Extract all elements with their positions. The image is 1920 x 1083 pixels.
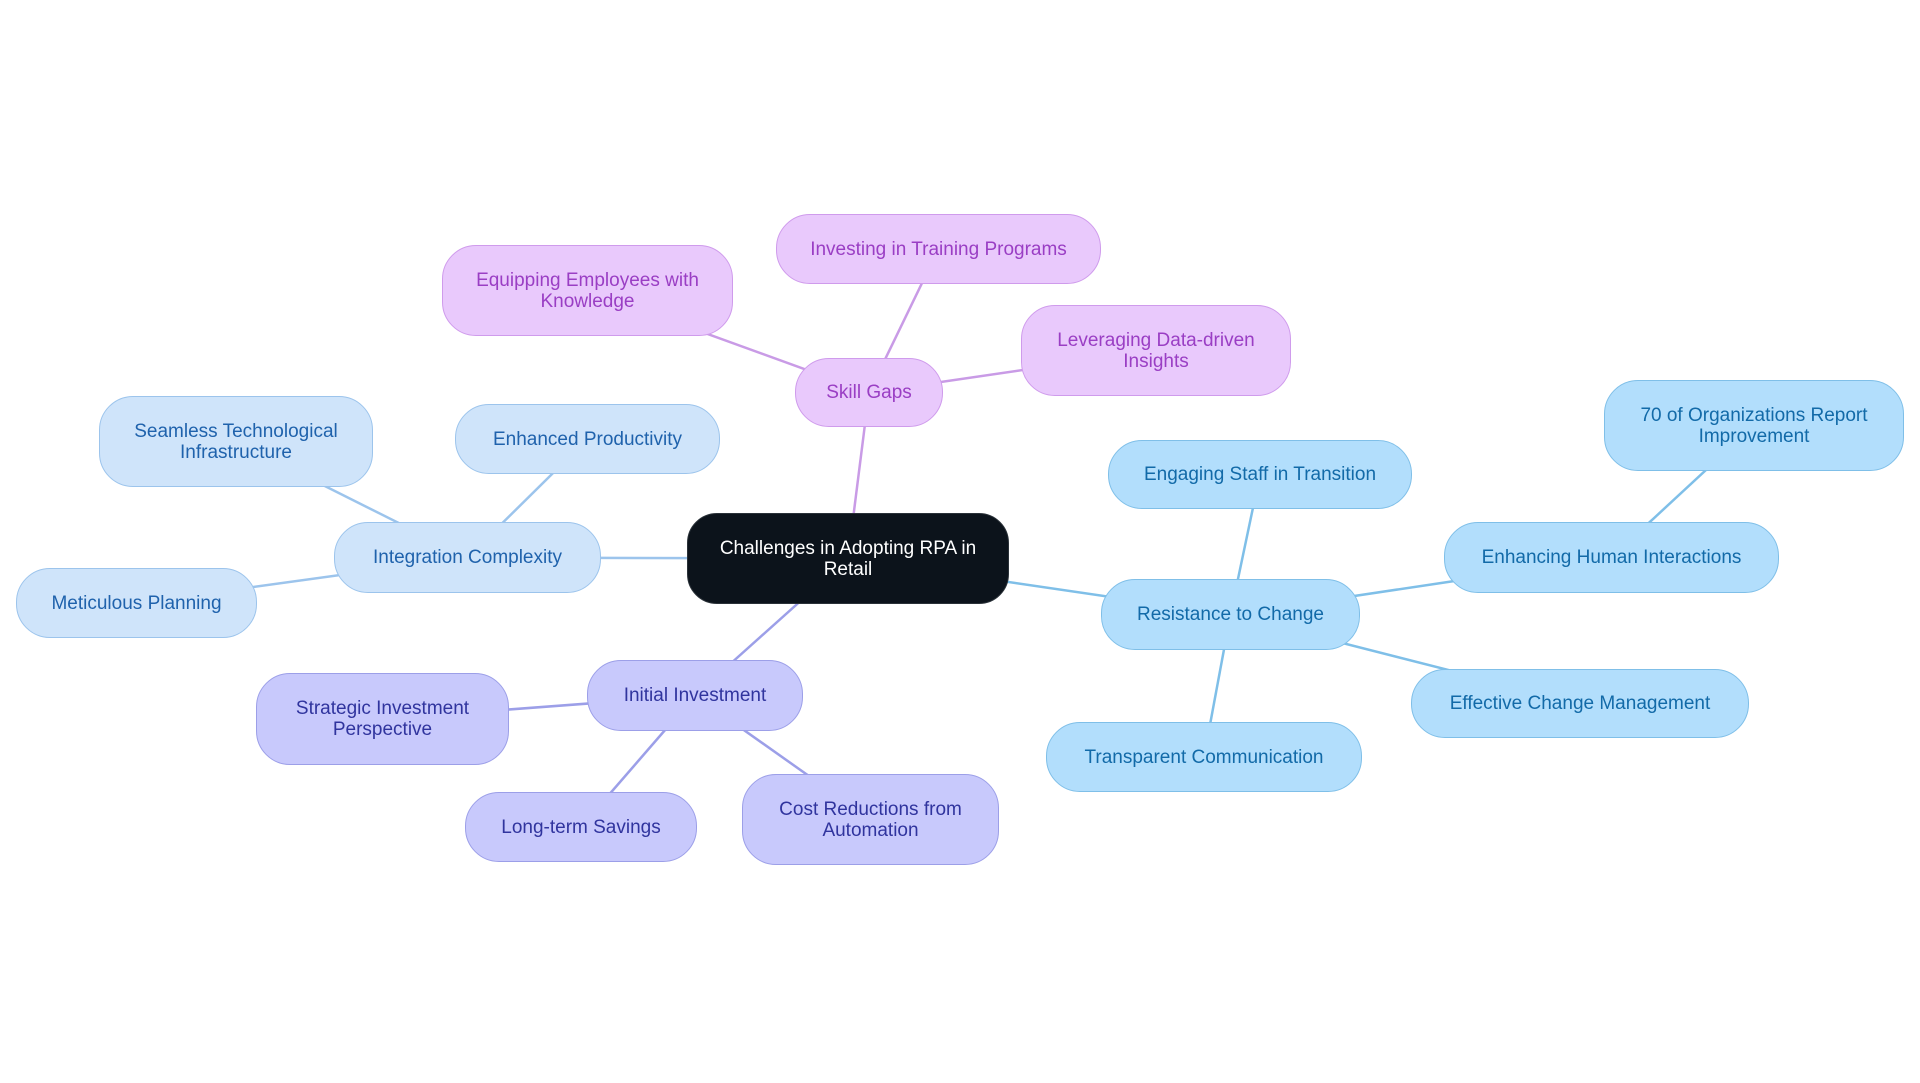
node-label: Transparent Communication	[1084, 746, 1324, 768]
node-label: Resistance to Change	[1137, 604, 1324, 625]
node-effective-change[interactable]: Effective Change Management	[1411, 669, 1749, 738]
node-seamless-infrastructure[interactable]: Seamless Technological Infrastructure	[99, 396, 373, 487]
root-label: Challenges in Adopting RPA in Retail	[719, 537, 977, 580]
node-label: Enhanced Productivity	[492, 428, 683, 450]
node-label: Meticulous Planning	[51, 592, 222, 614]
node-label: Leveraging Data-driven Insights	[1057, 329, 1255, 372]
node-label: 70 of Organizations Report Improvement	[1640, 404, 1868, 447]
node-strategic-investment[interactable]: Strategic Investment Perspective	[256, 673, 509, 765]
node-enhanced-productivity[interactable]: Enhanced Productivity	[455, 404, 720, 474]
node-leveraging-data[interactable]: Leveraging Data-driven Insights	[1021, 305, 1291, 396]
node-initial-investment[interactable]: Initial Investment	[587, 660, 803, 731]
node-integration-complexity[interactable]: Integration Complexity	[334, 522, 601, 593]
node-cost-reductions[interactable]: Cost Reductions from Automation	[742, 774, 999, 865]
node-label: Effective Change Management	[1449, 693, 1711, 714]
node-label: Skill Gaps	[826, 382, 912, 403]
node-resistance-to-change[interactable]: Resistance to Change	[1101, 579, 1360, 650]
node-equipping-employees[interactable]: Equipping Employees with Knowledge	[442, 245, 733, 336]
root-node[interactable]: Challenges in Adopting RPA in Retail	[687, 513, 1009, 604]
node-skill-gaps[interactable]: Skill Gaps	[795, 358, 943, 427]
node-label: Investing in Training Programs	[810, 238, 1067, 260]
node-transparent-communication[interactable]: Transparent Communication	[1046, 722, 1362, 792]
node-label: Long-term Savings	[501, 816, 661, 838]
node-label: Integration Complexity	[372, 547, 563, 568]
node-investing-training[interactable]: Investing in Training Programs	[776, 214, 1101, 284]
node-long-term-savings[interactable]: Long-term Savings	[465, 792, 697, 862]
node-seventy-orgs[interactable]: 70 of Organizations Report Improvement	[1604, 380, 1904, 471]
node-meticulous-planning[interactable]: Meticulous Planning	[16, 568, 257, 638]
node-label: Equipping Employees with Knowledge	[476, 269, 699, 312]
node-label: Initial Investment	[623, 685, 767, 706]
node-label: Strategic Investment Perspective	[295, 698, 470, 740]
node-label: Engaging Staff in Transition	[1143, 464, 1377, 485]
node-label: Seamless Technological Infrastructure	[134, 420, 338, 463]
node-label: Cost Reductions from Automation	[779, 798, 962, 841]
node-label: Enhancing Human Interactions	[1481, 547, 1742, 568]
node-engaging-staff[interactable]: Engaging Staff in Transition	[1108, 440, 1412, 509]
node-enhancing-human[interactable]: Enhancing Human Interactions	[1444, 522, 1779, 593]
